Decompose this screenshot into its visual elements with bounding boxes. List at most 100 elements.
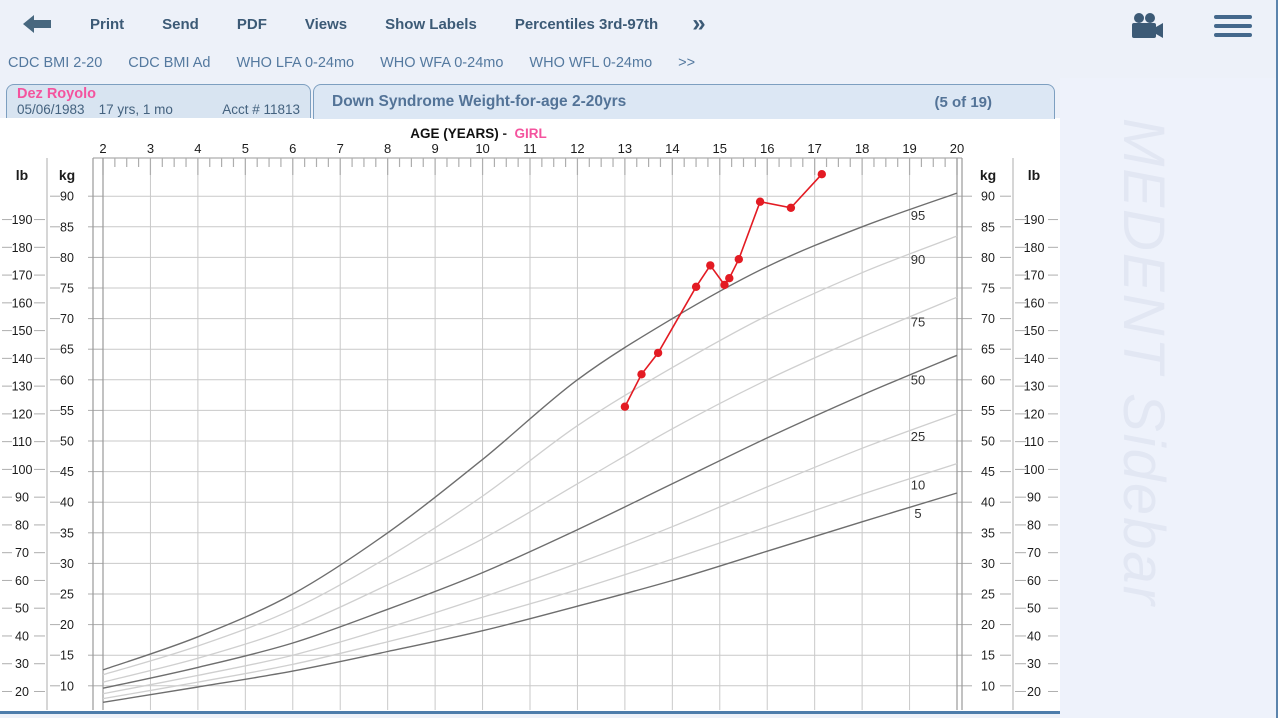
patient-age: 17 yrs, 1 mo <box>99 102 173 117</box>
svg-text:90: 90 <box>981 190 995 204</box>
pdf-button[interactable]: PDF <box>237 16 267 33</box>
patient-account: Acct # 11813 <box>222 102 300 117</box>
svg-text:140: 140 <box>1024 352 1045 366</box>
svg-text:35: 35 <box>60 526 74 540</box>
print-button[interactable]: Print <box>90 16 124 33</box>
patient-tab[interactable]: Dez Royolo 05/06/1983 17 yrs, 1 mo Acct … <box>6 84 311 118</box>
svg-text:130: 130 <box>12 380 33 394</box>
patient-weight-point <box>621 403 629 411</box>
svg-text:55: 55 <box>60 404 74 418</box>
svg-text:7: 7 <box>337 141 344 156</box>
percentile-label-5: 5 <box>914 506 921 521</box>
svg-text:30: 30 <box>15 657 29 671</box>
svg-text:60: 60 <box>60 373 74 387</box>
svg-text:130: 130 <box>1024 380 1045 394</box>
svg-text:35: 35 <box>981 526 995 540</box>
svg-text:80: 80 <box>15 518 29 532</box>
svg-text:90: 90 <box>1027 491 1041 505</box>
svg-text:3: 3 <box>147 141 154 156</box>
tab-who-wfl-0-24mo[interactable]: WHO WFL 0-24mo <box>529 55 652 71</box>
video-camera-icon[interactable] <box>1130 13 1164 39</box>
svg-text:120: 120 <box>1024 407 1045 421</box>
toolbar-more-chevron-icon[interactable]: » <box>692 14 705 34</box>
svg-text:lb: lb <box>1028 167 1040 183</box>
chart-type-row: CDC BMI 2-20 CDC BMI Ad WHO LFA 0-24mo W… <box>0 48 1278 78</box>
svg-text:17: 17 <box>807 141 821 156</box>
svg-text:170: 170 <box>1024 269 1045 283</box>
svg-text:65: 65 <box>60 343 74 357</box>
percentile-label-10: 10 <box>911 477 925 492</box>
svg-text:110: 110 <box>1024 435 1044 449</box>
svg-text:40: 40 <box>1027 629 1041 643</box>
svg-text:lb: lb <box>16 167 28 183</box>
patient-weight-point <box>637 370 645 378</box>
toolbar-right-icons <box>1130 10 1252 42</box>
svg-text:10: 10 <box>475 141 489 156</box>
svg-text:14: 14 <box>665 141 679 156</box>
tab-cdc-bmi-2-20[interactable]: CDC BMI 2-20 <box>8 55 102 71</box>
svg-text:190: 190 <box>1024 213 1045 227</box>
svg-text:170: 170 <box>12 269 33 283</box>
svg-text:25: 25 <box>60 588 74 602</box>
svg-text:55: 55 <box>981 404 995 418</box>
svg-text:65: 65 <box>981 343 995 357</box>
patient-weight-point <box>756 198 764 206</box>
svg-text:18: 18 <box>855 141 869 156</box>
svg-text:20: 20 <box>1027 685 1041 699</box>
svg-text:50: 50 <box>15 602 29 616</box>
svg-text:16: 16 <box>760 141 774 156</box>
svg-text:9: 9 <box>431 141 438 156</box>
svg-text:75: 75 <box>981 282 995 296</box>
svg-text:2: 2 <box>99 141 106 156</box>
svg-text:50: 50 <box>1027 602 1041 616</box>
left-arrow-icon <box>22 14 52 34</box>
medent-growth-chart-window: { "toolbar": { "back_icon": "left-arrow"… <box>0 0 1278 718</box>
back-button[interactable] <box>22 14 52 34</box>
svg-text:45: 45 <box>60 465 74 479</box>
percentiles-button[interactable]: Percentiles 3rd-97th <box>515 16 658 33</box>
svg-text:50: 50 <box>981 435 995 449</box>
svg-text:60: 60 <box>981 373 995 387</box>
svg-text:110: 110 <box>12 435 32 449</box>
chart-title-tab: Down Syndrome Weight-for-age 2-20yrs (5 … <box>313 84 1055 119</box>
svg-text:20: 20 <box>981 618 995 632</box>
medent-sidebar: MEDENT Sidebar <box>1060 78 1276 718</box>
patient-name: Dez Royolo <box>17 86 300 102</box>
svg-text:80: 80 <box>981 251 995 265</box>
svg-text:13: 13 <box>618 141 632 156</box>
tab-who-wfa-0-24mo[interactable]: WHO WFA 0-24mo <box>380 55 503 71</box>
tab-who-lfa-0-24mo[interactable]: WHO LFA 0-24mo <box>236 55 354 71</box>
views-button[interactable]: Views <box>305 16 347 33</box>
show-labels-button[interactable]: Show Labels <box>385 16 477 33</box>
patient-weight-point <box>706 261 714 269</box>
percentile-label-25: 25 <box>911 429 925 444</box>
patient-weight-point <box>725 274 733 282</box>
sidebar-watermark: MEDENT Sidebar <box>1110 118 1177 718</box>
svg-text:5: 5 <box>242 141 249 156</box>
svg-text:40: 40 <box>981 496 995 510</box>
percentile-label-90: 90 <box>911 252 925 267</box>
svg-text:60: 60 <box>15 574 29 588</box>
svg-text:85: 85 <box>60 220 74 234</box>
growth-chart-svg[interactable]: 234567891011121314151617181920lbkgkglb10… <box>0 118 1060 714</box>
svg-text:190: 190 <box>12 213 33 227</box>
svg-text:85: 85 <box>981 220 995 234</box>
svg-text:30: 30 <box>1027 657 1041 671</box>
svg-text:12: 12 <box>570 141 584 156</box>
menu-hamburger-icon[interactable] <box>1214 10 1252 42</box>
svg-text:45: 45 <box>981 465 995 479</box>
patient-weight-point <box>654 349 662 357</box>
svg-text:15: 15 <box>60 649 74 663</box>
svg-text:30: 30 <box>981 557 995 571</box>
send-button[interactable]: Send <box>162 16 199 33</box>
svg-text:20: 20 <box>60 618 74 632</box>
svg-text:180: 180 <box>12 241 33 255</box>
svg-text:70: 70 <box>981 312 995 326</box>
svg-text:140: 140 <box>12 352 33 366</box>
svg-text:20: 20 <box>15 685 29 699</box>
tab-cdc-bmi-ad[interactable]: CDC BMI Ad <box>128 55 210 71</box>
chart-tabs-more-chevron[interactable]: >> <box>678 55 695 71</box>
top-toolbar: Print Send PDF Views Show Labels Percent… <box>0 0 1278 48</box>
svg-text:75: 75 <box>60 282 74 296</box>
svg-text:25: 25 <box>981 588 995 602</box>
